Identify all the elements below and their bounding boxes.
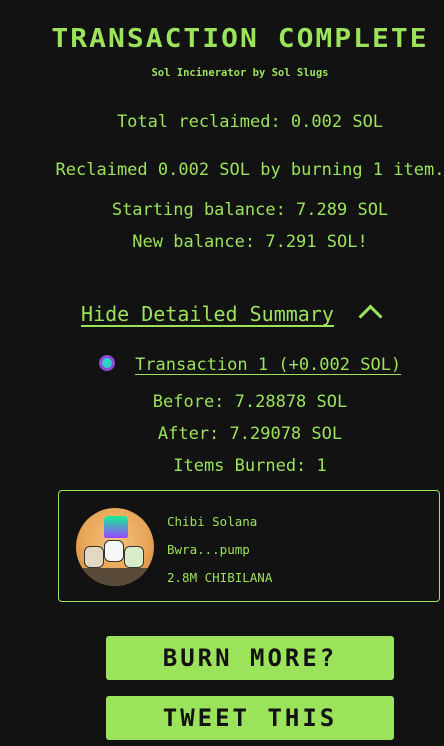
reclaimed-summary: Reclaimed 0.002 SOL by burning 1 item. bbox=[55, 160, 444, 180]
detailed-summary-toggle[interactable]: Hide Detailed Summary bbox=[0, 302, 444, 329]
burn-more-button[interactable]: BURN MORE? bbox=[106, 636, 394, 680]
solana-icon bbox=[98, 355, 115, 371]
token-address: Bwra...pump bbox=[167, 542, 250, 557]
token-amount: 2.8M CHIBILANA bbox=[167, 570, 273, 585]
starting-balance: Starting balance: 7.289 SOL bbox=[111, 200, 389, 220]
items-burned: Items Burned: 1 bbox=[173, 456, 327, 476]
page-title: TRANSACTION COMPLETE bbox=[51, 23, 429, 54]
token-name: Chibi Solana bbox=[167, 514, 258, 529]
token-info: Chibi Solana Bwra...pump 2.8M CHIBILANA bbox=[167, 508, 272, 592]
total-reclaimed: Total reclaimed: 0.002 SOL bbox=[116, 112, 384, 132]
app-subtitle: Sol Incinerator by Sol Slugs bbox=[151, 67, 329, 79]
tweet-button[interactable]: TWEET THIS bbox=[106, 696, 394, 740]
transaction-row: Transaction 1 (+0.002 SOL) bbox=[0, 354, 444, 375]
transaction-before: Before: 7.28878 SOL bbox=[152, 392, 348, 412]
chevron-up-icon[interactable] bbox=[358, 304, 383, 329]
new-balance: New balance: 7.291 SOL! bbox=[132, 232, 368, 252]
transaction-link[interactable]: Transaction 1 (+0.002 SOL) bbox=[135, 355, 401, 375]
detailed-summary-label[interactable]: Hide Detailed Summary bbox=[81, 302, 334, 326]
token-image bbox=[76, 508, 154, 586]
token-card: Chibi Solana Bwra...pump 2.8M CHIBILANA bbox=[58, 490, 440, 602]
transaction-after: After: 7.29078 SOL bbox=[157, 424, 343, 444]
